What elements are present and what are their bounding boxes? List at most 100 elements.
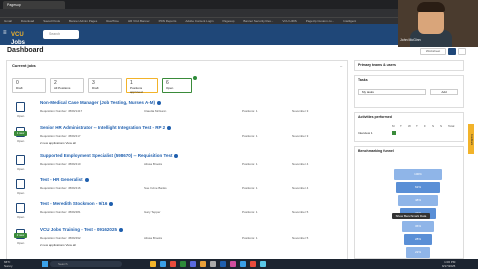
positions-count: Positions: 1 xyxy=(242,236,258,240)
tasks-title: Tasks xyxy=(358,78,368,82)
weather-widget[interactable]: 66°F Sunny xyxy=(4,260,13,268)
info-icon[interactable] xyxy=(118,227,123,232)
bookmark-item[interactable]: Gmail xyxy=(4,19,12,23)
job-status: Open xyxy=(17,167,25,171)
job-title-link[interactable]: Test - Meredith Stockmon - 9/16 xyxy=(40,201,114,206)
job-title-link[interactable]: Test - HR Generalist xyxy=(40,177,89,182)
funnel-value: 48% xyxy=(414,198,421,202)
job-row: Open Supported Employment Specialist (59… xyxy=(12,153,342,179)
stat-card[interactable]: 0 Draft xyxy=(12,78,46,93)
job-date: November 4 xyxy=(292,186,309,190)
bookmark-item[interactable]: Banner Admin Pages xyxy=(69,19,97,23)
taskbar-app-icon[interactable] xyxy=(220,261,226,267)
bookmark-item[interactable]: Pagesup xyxy=(223,19,235,23)
bookmark-item[interactable]: Banner Security Res... xyxy=(243,19,273,23)
briefcase-icon xyxy=(16,179,25,189)
taskbar-app-icon[interactable] xyxy=(190,261,196,267)
positions-count: Positions: 1 xyxy=(242,162,258,166)
dashboard-toolbar: Worksheet xyxy=(420,48,472,56)
stat-label: All Positions xyxy=(54,86,71,90)
taskbar-search[interactable]: Search xyxy=(50,261,122,267)
collapse-icon[interactable]: – xyxy=(340,63,342,68)
funnel-value: 100% xyxy=(414,172,422,176)
funnel-stage[interactable]: 28% xyxy=(404,234,432,245)
taskbar-app-icon[interactable] xyxy=(210,261,216,267)
job-title-link[interactable]: Senior HR Administrator -- Intellight In… xyxy=(40,125,172,130)
bookmark-item[interactable]: VCU HRIS xyxy=(282,19,296,23)
menu-icon[interactable]: ≡ xyxy=(3,30,9,37)
current-jobs-title: Current jobs xyxy=(12,63,36,68)
job-title-link[interactable]: Supported Employment Specialist (598670)… xyxy=(40,153,179,158)
job-row: 2 new Open VCU Jobs Training - Test - 091… xyxy=(12,227,342,253)
job-status: Open xyxy=(17,191,25,195)
funnel-stage[interactable]: 62% xyxy=(396,182,440,193)
job-owner: Claudia McGann xyxy=(144,109,167,113)
stat-label: Draft xyxy=(16,86,23,90)
job-status: Open xyxy=(17,241,25,245)
requisition-number: Requisition Number: 4569/1417 xyxy=(40,109,83,113)
funnel-value: 36% xyxy=(414,224,421,228)
stat-card[interactable]: 1 Positions approved xyxy=(126,78,158,94)
info-icon[interactable] xyxy=(109,201,114,206)
tasks-filter-select[interactable]: My tasks xyxy=(358,89,426,95)
job-title-link[interactable]: VCU Jobs Training - Test - 09162025 xyxy=(40,227,123,232)
applications-link[interactable]: 2 new applications View all xyxy=(40,243,76,247)
funnel-value: 22% xyxy=(414,250,421,254)
taskbar-app-icon[interactable] xyxy=(150,261,156,267)
user-name: John McGinn xyxy=(400,38,421,42)
bookmark-item[interactable]: Download xyxy=(21,19,34,23)
taskbar-app-icon[interactable] xyxy=(260,261,266,267)
windows-start-icon[interactable] xyxy=(42,261,48,267)
info-icon[interactable] xyxy=(157,100,162,105)
info-icon[interactable] xyxy=(174,153,179,158)
bookmark-item[interactable]: PDN Reports xyxy=(159,19,177,23)
taskbar-app-icon[interactable] xyxy=(170,261,176,267)
add-task-button[interactable]: Add xyxy=(430,89,458,95)
bookmark-item[interactable]: HR VCA Banner xyxy=(128,19,150,23)
bookmark-item[interactable]: Saved Posts xyxy=(43,19,60,23)
list-view-icon[interactable] xyxy=(458,48,466,55)
job-owner: Sue Irvine Banks xyxy=(144,186,167,190)
stat-label: Open xyxy=(166,86,174,90)
bookmark-item[interactable]: Intelligent xyxy=(343,19,356,23)
browser-tab[interactable]: Pagesup xyxy=(3,1,65,9)
job-title-link[interactable]: Non-Medical Case Manager (Job Testing, N… xyxy=(40,100,162,105)
taskbar-app-icon[interactable] xyxy=(240,261,246,267)
job-owner: Alissa Brooks xyxy=(144,162,163,166)
taskbar-app-icon[interactable] xyxy=(200,261,206,267)
funnel-stage[interactable]: 48% xyxy=(398,195,438,206)
job-row: Open Test - Meredith Stockmon - 9/16 Req… xyxy=(12,201,342,227)
funnel-stage[interactable]: 36% xyxy=(402,221,434,232)
job-status: Open xyxy=(17,139,25,143)
info-icon[interactable] xyxy=(84,177,89,182)
new-badge: 1 new xyxy=(14,131,27,136)
taskbar-app-icon[interactable] xyxy=(160,261,166,267)
info-icon[interactable] xyxy=(167,125,172,130)
feedback-tab[interactable]: Feedback xyxy=(468,124,474,154)
search-input[interactable]: Search xyxy=(43,30,79,39)
day-header: M xyxy=(392,124,395,128)
funnel-stage[interactable]: 100% xyxy=(394,169,442,180)
taskbar-app-icon[interactable] xyxy=(230,261,236,267)
bookmark-item[interactable]: RealTime xyxy=(106,19,119,23)
stat-card[interactable]: 3 Draft xyxy=(88,78,122,93)
worksheet-button[interactable]: Worksheet xyxy=(420,48,446,55)
taskbar-app-icon[interactable] xyxy=(180,261,186,267)
positions-count: Positions: 1 xyxy=(242,134,258,138)
taskbar-app-icon[interactable] xyxy=(250,261,256,267)
primary-teams-title: Primary teams & users xyxy=(358,63,396,67)
funnel-stage[interactable]: 22% xyxy=(406,247,430,258)
job-status: Open xyxy=(17,114,25,118)
applications-link[interactable]: 2 new applications View all xyxy=(40,141,76,145)
requisition-number: Requisition Number: 4569/492 xyxy=(40,236,81,240)
briefcase-icon xyxy=(16,203,25,213)
day-header: T xyxy=(416,124,418,128)
benchmark-tooltip[interactable]: Show Benchmark Data xyxy=(392,213,430,219)
bookmark-item[interactable]: PageUp Custom co... xyxy=(306,19,335,23)
stat-card[interactable]: 6 Open xyxy=(162,78,192,93)
funnel-value: 62% xyxy=(414,185,421,189)
grid-view-icon[interactable] xyxy=(448,48,456,55)
bookmark-item[interactable]: Adobe Content Login xyxy=(185,19,213,23)
stat-card[interactable]: 2 All Positions xyxy=(50,78,84,93)
job-status: Open xyxy=(17,215,25,219)
